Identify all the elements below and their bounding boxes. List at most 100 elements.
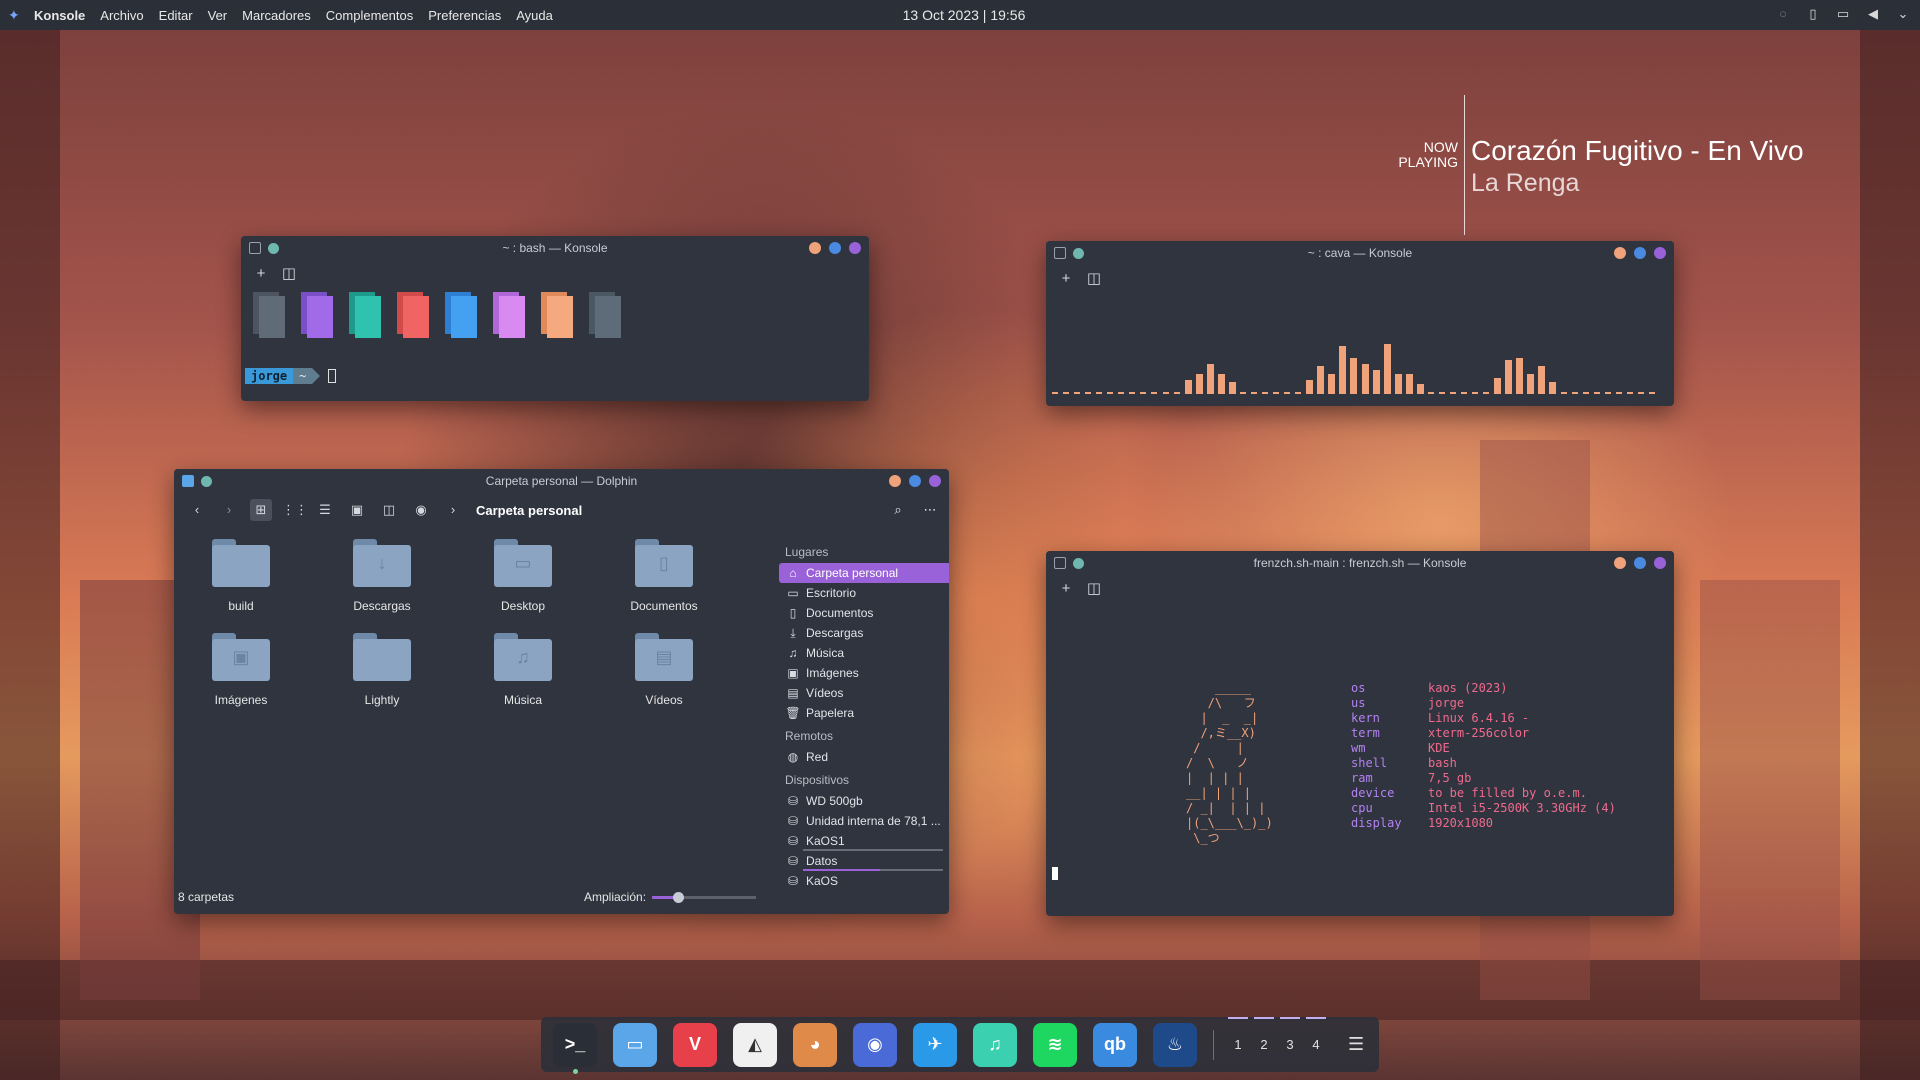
volume-icon[interactable]: ◀ bbox=[1864, 5, 1882, 23]
dock-vivaldi-icon[interactable]: V bbox=[673, 1022, 717, 1067]
shell-prompt[interactable]: jorge ~ bbox=[245, 368, 337, 384]
pin-icon[interactable] bbox=[1073, 557, 1084, 569]
maximize-button[interactable] bbox=[1634, 247, 1646, 259]
forward-icon[interactable]: › bbox=[218, 499, 240, 521]
minimize-button[interactable] bbox=[1614, 247, 1626, 259]
hidden-icon[interactable]: ○ bbox=[1774, 5, 1792, 23]
close-button[interactable] bbox=[1654, 247, 1666, 259]
pin-icon[interactable] bbox=[201, 475, 212, 487]
sidebar-item[interactable]: ⌂ Carpeta personal bbox=[779, 563, 949, 583]
window-menu-icon[interactable] bbox=[249, 242, 261, 254]
show-hidden-icon[interactable]: ◉ bbox=[410, 499, 432, 521]
maximize-button[interactable] bbox=[909, 475, 921, 487]
new-tab-icon[interactable]: + bbox=[1058, 580, 1074, 597]
folder-item[interactable]: ♫ Música bbox=[468, 633, 578, 707]
menu-ayuda[interactable]: Ayuda bbox=[516, 8, 553, 23]
desktop-4[interactable]: 4 bbox=[1306, 1017, 1326, 1052]
folder-item[interactable]: ▣ Imágenes bbox=[186, 633, 296, 707]
folder-item[interactable]: ▤ Vídeos bbox=[609, 633, 719, 707]
close-button[interactable] bbox=[929, 475, 941, 487]
desktop-3[interactable]: 3 bbox=[1280, 1017, 1300, 1052]
menu-app-name[interactable]: Konsole bbox=[34, 8, 85, 23]
close-button[interactable] bbox=[1654, 557, 1666, 569]
zoom-slider-handle[interactable] bbox=[673, 891, 685, 903]
sidebar-item[interactable]: 🗑 Papelera bbox=[779, 703, 949, 723]
zoom-slider[interactable] bbox=[652, 891, 757, 903]
menu-marcadores[interactable]: Marcadores bbox=[242, 8, 311, 23]
dock-inkscape-icon[interactable]: ◭ bbox=[733, 1022, 777, 1067]
minimize-button[interactable] bbox=[1614, 557, 1626, 569]
dock-app-blue-icon[interactable]: ◉ bbox=[853, 1022, 897, 1067]
kde-logo-icon[interactable]: ✦ bbox=[8, 7, 24, 23]
now-playing-label: NOW PLAYING bbox=[1368, 140, 1458, 170]
sidebar-item[interactable]: ⛁ KaOS1 bbox=[779, 831, 949, 851]
dock-konsole-icon[interactable]: >_ bbox=[553, 1022, 597, 1074]
sidebar-item[interactable]: ⛁ KaOS bbox=[779, 871, 949, 891]
pin-icon[interactable] bbox=[268, 242, 279, 254]
folder-item[interactable]: ▭ Desktop bbox=[468, 539, 578, 613]
new-tab-icon[interactable]: + bbox=[1058, 270, 1074, 287]
dock-gimp-icon[interactable]: ◕ bbox=[793, 1022, 837, 1067]
titlebar[interactable]: Carpeta personal — Dolphin bbox=[174, 469, 949, 493]
dock-music-icon[interactable]: ♫ bbox=[973, 1022, 1017, 1067]
folder-item[interactable]: Lightly bbox=[327, 633, 437, 707]
menu-icon[interactable]: ☰ bbox=[1348, 1034, 1364, 1055]
maximize-button[interactable] bbox=[1634, 557, 1646, 569]
compact-view-icon[interactable]: ⋮⋮ bbox=[282, 499, 308, 521]
sidebar-item[interactable]: ▣ Imágenes bbox=[779, 663, 949, 683]
preview-icon[interactable]: ▣ bbox=[346, 499, 368, 521]
split-view-icon[interactable]: ◫ bbox=[281, 264, 297, 282]
back-icon[interactable]: ‹ bbox=[186, 499, 208, 521]
menu-icon[interactable]: ⋯ bbox=[919, 499, 941, 521]
sidebar-item[interactable]: ♫ Música bbox=[779, 643, 949, 663]
folder-item[interactable]: ▯ Documentos bbox=[609, 539, 719, 613]
close-button[interactable] bbox=[849, 242, 861, 254]
minimize-button[interactable] bbox=[889, 475, 901, 487]
titlebar[interactable]: ~ : cava — Konsole bbox=[1046, 241, 1674, 265]
sidebar-item[interactable]: ⤓ Descargas bbox=[779, 623, 949, 643]
breadcrumb-chevron-icon[interactable]: › bbox=[442, 499, 464, 521]
dock-qbittorrent-icon[interactable]: qb bbox=[1093, 1022, 1137, 1067]
menu-complementos[interactable]: Complementos bbox=[326, 8, 413, 23]
chevron-down-icon[interactable]: ⌄ bbox=[1894, 5, 1912, 23]
sidebar-item[interactable]: ⛁ WD 500gb bbox=[779, 791, 949, 811]
titlebar[interactable]: ~ : bash — Konsole bbox=[241, 236, 869, 260]
folder-item[interactable]: ↓ Descargas bbox=[327, 539, 437, 613]
pin-icon[interactable] bbox=[1073, 247, 1084, 259]
sidebar-item[interactable]: ▭ Escritorio bbox=[779, 583, 949, 603]
dock-kdeconnect-icon[interactable]: ✈ bbox=[913, 1022, 957, 1067]
split-view-icon[interactable]: ◫ bbox=[1086, 579, 1102, 597]
sidebar-item[interactable]: ▤ Vídeos bbox=[779, 683, 949, 703]
split-icon[interactable]: ◫ bbox=[378, 499, 400, 521]
color-swatch-front bbox=[595, 296, 621, 338]
titlebar[interactable]: frenzch.sh-main : frenzch.sh — Konsole bbox=[1046, 551, 1674, 575]
dock-spotify-icon[interactable]: ≋ bbox=[1033, 1022, 1077, 1067]
sysinfo-key: os bbox=[1351, 681, 1366, 695]
window-menu-icon[interactable] bbox=[1054, 247, 1066, 259]
new-tab-icon[interactable]: + bbox=[253, 265, 269, 282]
sidebar-item[interactable]: ⛁ Datos bbox=[779, 851, 949, 871]
split-view-icon[interactable]: ◫ bbox=[1086, 269, 1102, 287]
sidebar-item[interactable]: ◍ Red bbox=[779, 747, 949, 767]
breadcrumb[interactable]: Carpeta personal bbox=[476, 503, 582, 518]
dolphin-app-icon[interactable] bbox=[182, 475, 194, 487]
menu-editar[interactable]: Editar bbox=[159, 8, 193, 23]
sidebar-item[interactable]: ⛁ Unidad interna de 78,1 ... bbox=[779, 811, 949, 831]
menu-ver[interactable]: Ver bbox=[208, 8, 228, 23]
desktop-1[interactable]: 1 bbox=[1228, 1017, 1248, 1052]
network-icon[interactable]: ▭ bbox=[1834, 5, 1852, 23]
menu-archivo[interactable]: Archivo bbox=[100, 8, 143, 23]
battery-icon[interactable]: ▯ bbox=[1804, 5, 1822, 23]
maximize-button[interactable] bbox=[829, 242, 841, 254]
icons-view-icon[interactable]: ⊞ bbox=[250, 499, 272, 521]
desktop-2[interactable]: 2 bbox=[1254, 1017, 1274, 1052]
window-menu-icon[interactable] bbox=[1054, 557, 1066, 569]
folder-item[interactable]: build bbox=[186, 539, 296, 613]
minimize-button[interactable] bbox=[809, 242, 821, 254]
search-icon[interactable]: ⌕ bbox=[887, 499, 909, 521]
details-view-icon[interactable]: ☰ bbox=[314, 499, 336, 521]
sidebar-item[interactable]: ▯ Documentos bbox=[779, 603, 949, 623]
dock-steam-icon[interactable]: ♨ bbox=[1153, 1022, 1197, 1067]
menu-preferencias[interactable]: Preferencias bbox=[428, 8, 501, 23]
dock-dolphin-icon[interactable]: ▭ bbox=[613, 1022, 657, 1067]
